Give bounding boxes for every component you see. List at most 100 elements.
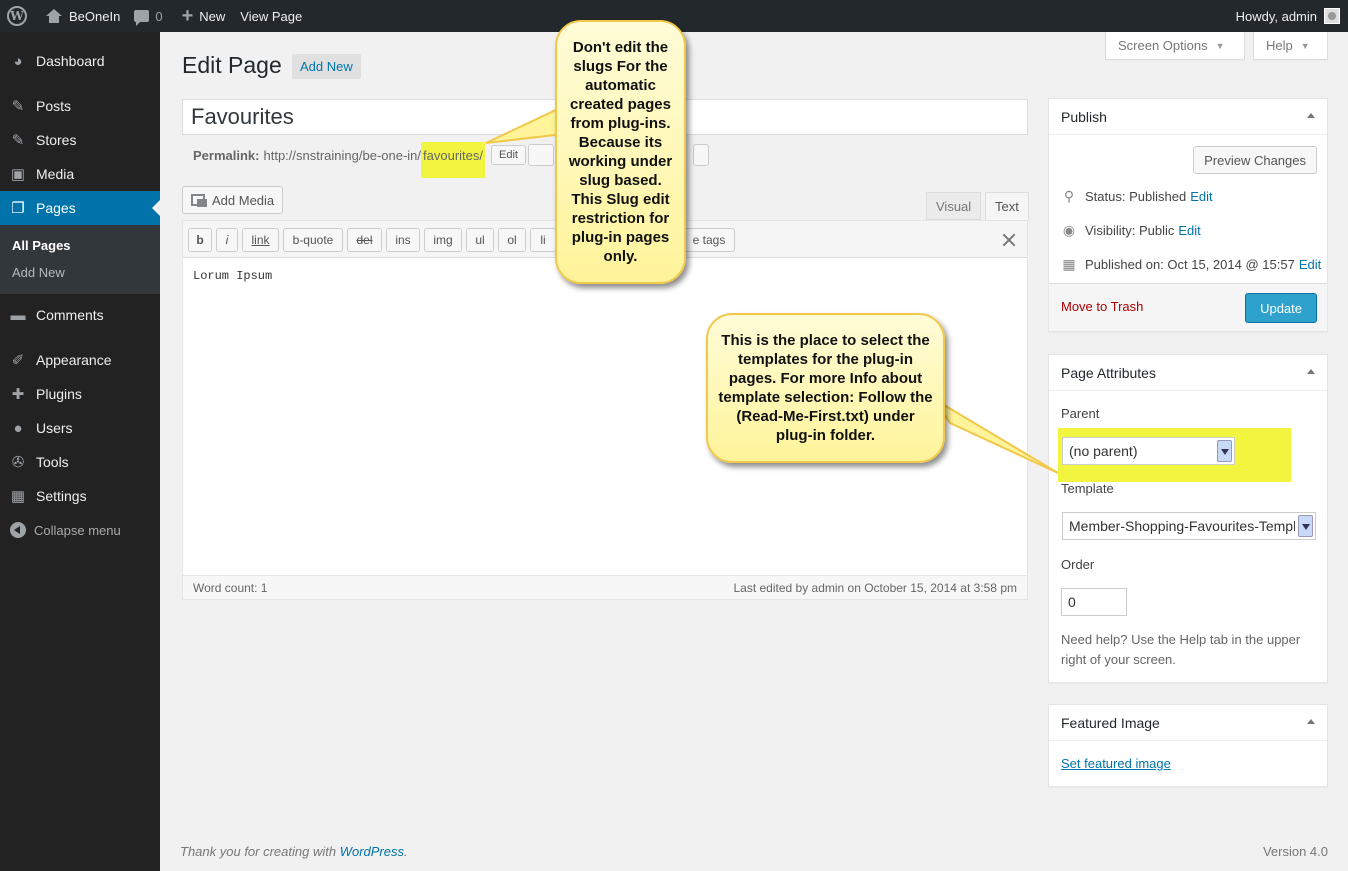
site-name-link[interactable]: BeOneIn	[39, 0, 127, 32]
featured-image-box: Featured Image Set featured image	[1048, 704, 1328, 787]
tab-visual[interactable]: Visual	[926, 192, 982, 220]
menu-stores[interactable]: ✎ Stores	[0, 123, 160, 157]
menu-media[interactable]: ▣ Media	[0, 157, 160, 191]
collapse-toggle-icon[interactable]	[1307, 719, 1315, 724]
menu-appearance[interactable]: ✐ Appearance	[0, 343, 160, 377]
media-icon: ▣	[10, 166, 26, 183]
menu-label: Tools	[36, 454, 69, 470]
menu-label: Users	[36, 420, 73, 436]
chevron-down-icon: ▼	[1215, 40, 1225, 51]
comment-bubble-icon	[134, 10, 150, 26]
media-icon	[191, 194, 207, 207]
qt-close-tags-button[interactable]: e tags	[683, 228, 735, 252]
parent-select-value: (no parent)	[1069, 443, 1138, 459]
add-media-button[interactable]: Add Media	[182, 186, 284, 214]
collapse-toggle-icon[interactable]	[1307, 113, 1315, 118]
page-attributes-header[interactable]: Page Attributes	[1049, 355, 1327, 391]
qt-italic-button[interactable]: i	[216, 228, 238, 252]
help-button[interactable]: Help ▼	[1253, 32, 1328, 60]
menu-users[interactable]: ● Users	[0, 411, 160, 445]
menu-label: Stores	[36, 132, 77, 148]
qt-bquote-button[interactable]: b-quote	[283, 228, 343, 252]
menu-pages[interactable]: ❐ Pages	[0, 191, 160, 225]
fullscreen-icon[interactable]	[1001, 232, 1017, 248]
visibility-value: Public	[1138, 222, 1175, 238]
qt-bold-button[interactable]: b	[188, 228, 212, 252]
pin-icon: ✎	[11, 98, 25, 115]
get-shortlink-button[interactable]	[692, 144, 709, 166]
template-info-text: This is the place to select the template…	[718, 332, 933, 444]
edit-visibility-link[interactable]: Edit	[1178, 223, 1200, 238]
avatar	[1324, 8, 1340, 24]
page-attributes-title: Page Attributes	[1061, 364, 1156, 381]
edit-date-link[interactable]: Edit	[1299, 257, 1321, 272]
submenu-all-pages[interactable]: All Pages	[0, 232, 160, 259]
move-to-trash-link[interactable]: Move to Trash	[1061, 299, 1143, 314]
submenu-add-new[interactable]: Add New	[0, 259, 160, 286]
publish-box-header[interactable]: Publish	[1049, 99, 1327, 135]
menu-plugins[interactable]: ✚ Plugins	[0, 377, 160, 411]
page-title: Edit Page	[182, 52, 282, 78]
wordpress-logo-menu[interactable]: W	[0, 0, 39, 32]
publish-actions: Move to Trash Update	[1049, 283, 1327, 331]
featured-image-header[interactable]: Featured Image	[1049, 705, 1327, 741]
wordpress-link[interactable]: WordPress	[340, 844, 404, 859]
order-input[interactable]: 0	[1061, 588, 1127, 616]
slug-warning-callout: Don't edit the slugs For the automatic c…	[555, 20, 686, 284]
comments-link[interactable]: 0	[127, 0, 169, 32]
permalink-label: Permalink:	[193, 147, 260, 163]
qt-link-button[interactable]: link	[242, 228, 279, 252]
template-select-value: Member-Shopping-Favourites-Template	[1069, 518, 1295, 534]
menu-posts[interactable]: ✎ Posts	[0, 89, 160, 123]
tab-text[interactable]: Text	[985, 192, 1029, 220]
edit-status-link[interactable]: Edit	[1190, 189, 1212, 204]
pages-submenu: All Pages Add New	[0, 225, 160, 294]
plugin-icon: ✚	[11, 386, 25, 403]
post-status-row: ⚲ Status: Published Edit	[1061, 186, 1213, 206]
add-media-label: Add Media	[212, 192, 275, 208]
calendar-icon: ▦	[1062, 255, 1076, 272]
parent-select[interactable]: (no parent)	[1062, 437, 1235, 465]
update-button[interactable]: Update	[1245, 293, 1317, 323]
my-account-menu[interactable]: Howdy, admin	[1236, 8, 1348, 24]
help-label: Help	[1266, 38, 1293, 53]
footer-period: .	[404, 844, 408, 859]
screen-options-button[interactable]: Screen Options ▼	[1105, 32, 1245, 60]
menu-settings[interactable]: ▦ Settings	[0, 479, 160, 513]
menu-tools[interactable]: ✇ Tools	[0, 445, 160, 479]
publish-box: Publish Preview Changes ⚲ Status: Publis…	[1048, 98, 1328, 332]
pin-icon: ✎	[11, 132, 25, 149]
add-new-button[interactable]: Add New	[292, 54, 361, 79]
published-on-row: ▦ Published on: Oct 15, 2014 @ 15:57 Edi…	[1061, 254, 1321, 274]
screen-options-label: Screen Options	[1118, 38, 1208, 53]
qt-li-button[interactable]: li	[530, 228, 556, 252]
template-select[interactable]: Member-Shopping-Favourites-Template	[1062, 512, 1316, 540]
qt-del-button[interactable]: del	[347, 228, 382, 252]
menu-label: Plugins	[36, 386, 82, 402]
dashboard-icon: ◕	[13, 52, 23, 70]
preview-changes-button[interactable]: Preview Changes	[1193, 146, 1317, 174]
footer-version: Version 4.0	[1262, 844, 1328, 859]
site-name: BeOneIn	[69, 8, 121, 24]
home-icon	[46, 9, 62, 23]
qt-ins-button[interactable]: ins	[386, 228, 420, 252]
new-content-menu[interactable]: + New	[170, 0, 233, 32]
featured-image-title: Featured Image	[1061, 714, 1160, 731]
permalink-slug[interactable]: favourites/	[421, 142, 486, 178]
set-featured-image-link[interactable]: Set featured image	[1061, 756, 1171, 771]
wordpress-logo-icon: W	[7, 6, 27, 26]
qt-ol-button[interactable]: ol	[498, 228, 526, 252]
eye-icon: ◉	[1062, 221, 1076, 238]
collapse-toggle-icon[interactable]	[1307, 369, 1315, 374]
callout-tail	[933, 398, 1059, 474]
menu-comments[interactable]: ▬ Comments	[0, 298, 160, 332]
menu-dashboard[interactable]: ◕ Dashboard	[0, 44, 160, 78]
page-attributes-help: Need help? Use the Help tab in the upper…	[1061, 632, 1301, 667]
qt-ul-button[interactable]: ul	[466, 228, 494, 252]
qt-img-button[interactable]: img	[424, 228, 462, 252]
menu-label: Pages	[36, 200, 76, 216]
collapse-menu-button[interactable]: Collapse menu	[0, 513, 160, 547]
menu-label: Appearance	[36, 352, 112, 368]
view-page-link[interactable]: View Page	[232, 0, 309, 32]
brush-icon: ✐	[11, 352, 25, 369]
